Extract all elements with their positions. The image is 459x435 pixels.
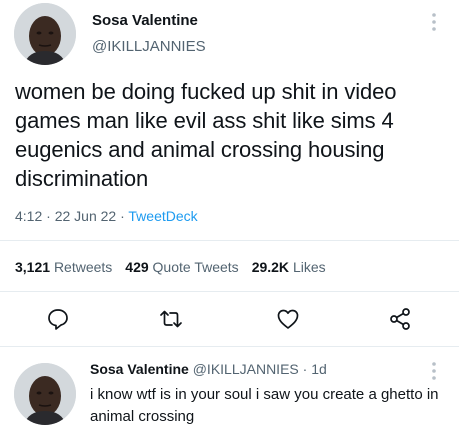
divider bbox=[0, 240, 459, 241]
quotes-count: 429 bbox=[125, 259, 149, 275]
meta-separator: · bbox=[116, 208, 129, 224]
tweet-time[interactable]: 4:12 bbox=[15, 208, 42, 224]
divider bbox=[0, 346, 459, 347]
comment-icon[interactable] bbox=[45, 306, 71, 332]
tweet-meta: 4:12 · 22 Jun 22 · TweetDeck bbox=[15, 208, 198, 224]
reply-age[interactable]: 1d bbox=[311, 361, 327, 377]
more-vertical-icon[interactable] bbox=[427, 11, 441, 33]
reply-text: i know wtf is in your soul i saw you cre… bbox=[90, 386, 439, 425]
likes-count: 29.2K bbox=[251, 259, 290, 275]
divider bbox=[0, 291, 459, 292]
retweet-icon[interactable] bbox=[158, 306, 184, 332]
tweet-date[interactable]: 22 Jun 22 bbox=[55, 208, 117, 224]
retweets-label: Retweets bbox=[53, 259, 113, 275]
likes-label: Likes bbox=[292, 259, 326, 275]
handle[interactable]: @IKILLJANNIES bbox=[92, 38, 206, 55]
share-icon[interactable] bbox=[387, 306, 413, 332]
more-vertical-icon[interactable] bbox=[427, 360, 441, 382]
reply-display-name[interactable]: Sosa Valentine bbox=[90, 361, 189, 377]
reply-header: Sosa Valentine @IKILLJANNIES · 1d bbox=[90, 361, 327, 377]
tweet-stats: 3,121 Retweets 429 Quote Tweets 29.2K Like… bbox=[15, 259, 326, 275]
likes-stat[interactable]: 29.2K Likes bbox=[252, 259, 326, 275]
tweet-actions bbox=[0, 306, 459, 334]
display-name[interactable]: Sosa Valentine bbox=[92, 12, 198, 29]
tweet-source[interactable]: TweetDeck bbox=[128, 208, 197, 224]
reply-separator: · bbox=[298, 361, 312, 377]
quotes-stat[interactable]: 429 Quote Tweets bbox=[125, 259, 238, 275]
tweet-text: women be doing fucked up shit in video g… bbox=[15, 79, 397, 191]
retweets-stat[interactable]: 3,121 Retweets bbox=[15, 259, 112, 275]
meta-separator: · bbox=[42, 208, 55, 224]
retweets-count: 3,121 bbox=[15, 259, 51, 275]
quotes-label: Quote Tweets bbox=[152, 259, 239, 275]
reply-avatar[interactable] bbox=[14, 363, 76, 425]
heart-icon[interactable] bbox=[275, 306, 301, 332]
reply-handle[interactable]: @IKILLJANNIES bbox=[193, 361, 299, 377]
avatar[interactable] bbox=[14, 3, 76, 65]
